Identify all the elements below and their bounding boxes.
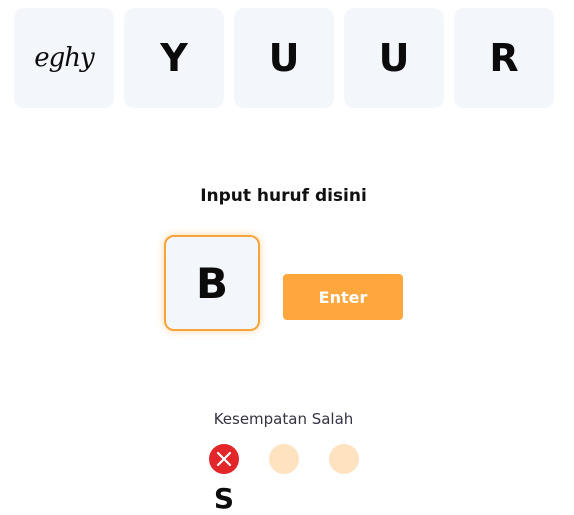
x-mark-icon [216, 451, 232, 467]
word-tile-3: U [234, 8, 334, 108]
wrong-chance-empty-icon [329, 444, 359, 474]
word-tile-1: eghy [14, 8, 114, 108]
word-tile-4: U [344, 8, 444, 108]
word-tile-2: Y [124, 8, 224, 108]
letter-input[interactable] [164, 235, 260, 331]
enter-button[interactable]: Enter [283, 274, 403, 320]
wrong-chance-used-icon [209, 444, 239, 474]
wrong-chance-empty-icon [269, 444, 299, 474]
input-label: Input huruf disini [200, 186, 367, 206]
word-tile-5: R [454, 8, 554, 108]
word-tiles: eghy Y U U R [14, 8, 554, 108]
wrong-chances-label: Kesempatan Salah [213, 410, 354, 428]
wrong-letter: S [213, 482, 235, 515]
